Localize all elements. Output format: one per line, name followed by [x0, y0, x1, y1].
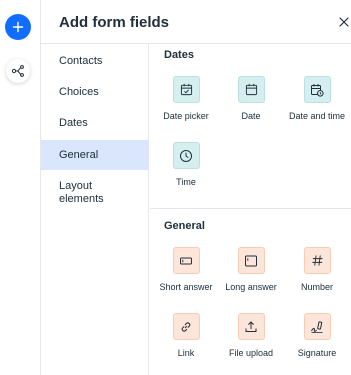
section-title-general: General	[164, 220, 205, 232]
category-contacts[interactable]: Contacts	[41, 48, 149, 74]
field-label: Time	[176, 177, 196, 187]
field-date-picker[interactable]: Date picker	[153, 76, 219, 121]
field-label: Date and time	[288, 111, 346, 121]
short-answer-icon	[180, 257, 192, 264]
field-label: File upload	[228, 348, 274, 358]
category-layout-elements[interactable]: Layout elements	[41, 178, 121, 208]
category-list: Contacts Choices Dates General Layout el…	[41, 44, 149, 375]
field-tile	[303, 313, 331, 340]
long-answer-icon	[245, 255, 257, 266]
field-tile	[237, 76, 265, 103]
category-dates[interactable]: Dates	[41, 110, 149, 136]
field-tile	[172, 313, 200, 340]
field-long-answer[interactable]: Long answer	[218, 247, 284, 292]
category-label: Contacts	[59, 54, 103, 67]
field-short-answer[interactable]: Short answer	[153, 247, 219, 292]
add-form-fields-panel: Add form fields Contacts Choices Dates G…	[41, 0, 351, 375]
field-file-upload[interactable]: File upload	[218, 313, 284, 358]
field-label: Long answer	[225, 282, 277, 292]
calendar-icon	[245, 83, 257, 96]
category-label: Layout elements	[59, 180, 104, 205]
fields-content: Dates Date picker Date Date and time Tim…	[150, 44, 351, 375]
field-date[interactable]: Date	[218, 76, 284, 121]
category-label: Dates	[59, 116, 88, 129]
link-icon	[181, 321, 191, 332]
add-elements-button[interactable]	[5, 14, 31, 40]
field-tile	[237, 247, 265, 274]
field-label: Number	[300, 282, 333, 292]
field-signature[interactable]: Signature	[284, 313, 350, 358]
category-label: General	[59, 148, 99, 161]
left-rail	[0, 0, 41, 375]
field-tile	[172, 76, 200, 103]
field-tile	[303, 247, 331, 274]
section-divider	[150, 208, 351, 209]
connect-button[interactable]	[6, 59, 30, 83]
field-number[interactable]: Number	[284, 247, 350, 292]
signature-icon	[311, 320, 323, 333]
category-general[interactable]: General	[41, 140, 149, 170]
field-tile	[172, 142, 200, 169]
field-tile	[303, 76, 331, 103]
plus-icon	[12, 21, 24, 33]
field-tile	[237, 313, 265, 340]
section-title-dates: Dates	[164, 49, 194, 61]
calendar-check-icon	[180, 83, 192, 96]
field-label: Signature	[297, 348, 337, 358]
field-label: Link	[177, 348, 195, 358]
field-link[interactable]: Link	[153, 313, 219, 358]
field-tile	[172, 247, 200, 274]
field-label: Short answer	[159, 282, 213, 292]
panel-header: Add form fields	[41, 0, 351, 44]
upload-icon	[245, 320, 257, 332]
field-label: Date picker	[163, 111, 209, 121]
category-label: Choices	[59, 85, 99, 98]
category-choices[interactable]: Choices	[41, 79, 149, 105]
field-date-and-time[interactable]: Date and time	[284, 76, 350, 121]
close-button[interactable]	[337, 14, 351, 30]
close-icon	[339, 17, 349, 27]
clock-icon	[180, 149, 192, 162]
share-nodes-icon	[11, 65, 24, 77]
calendar-clock-icon	[311, 83, 324, 97]
field-label: Date	[241, 111, 261, 121]
hash-icon	[311, 255, 323, 266]
field-time[interactable]: Time	[153, 142, 219, 187]
panel-title: Add form fields	[59, 14, 170, 31]
